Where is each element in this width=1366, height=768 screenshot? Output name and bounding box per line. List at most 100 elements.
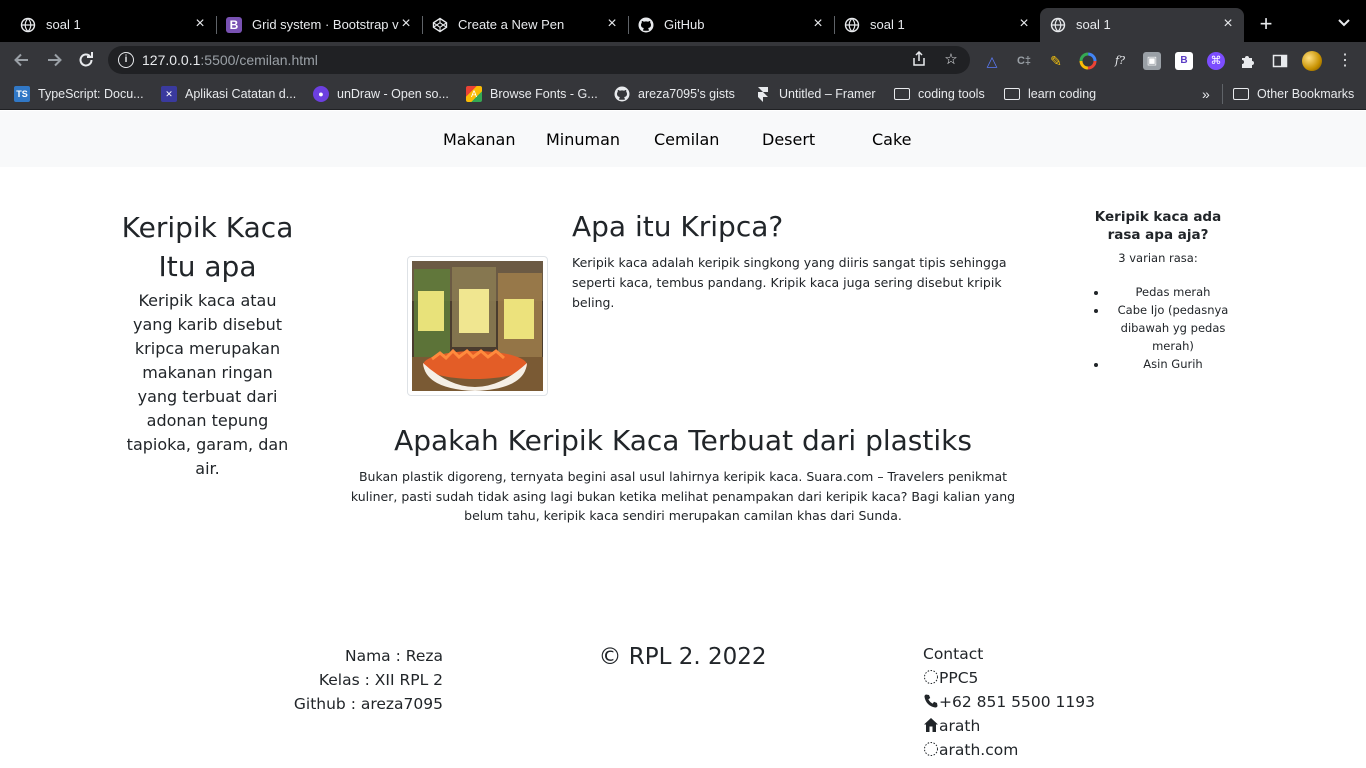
close-icon[interactable]: ×: [192, 16, 208, 32]
tab-github[interactable]: GitHub ×: [628, 8, 835, 42]
tab-codepen[interactable]: Create a New Pen ×: [422, 8, 629, 42]
folder-icon: [1004, 88, 1020, 100]
site-info-icon[interactable]: i: [118, 52, 134, 68]
github-icon: [614, 86, 630, 102]
tab-soal-1-active[interactable]: soal 1 ×: [1040, 8, 1244, 42]
phone-icon: [923, 692, 939, 708]
close-icon[interactable]: ×: [1220, 16, 1236, 32]
ts-icon: TS: [14, 86, 30, 102]
variants-heading: Keripik kaca ada rasa apa aja?: [1094, 209, 1222, 243]
close-icon[interactable]: ×: [1016, 16, 1032, 32]
tab-title: soal 1: [870, 17, 905, 32]
highlighter-icon[interactable]: ✎: [1047, 52, 1065, 70]
tab-title: soal 1: [1076, 17, 1111, 32]
bookmark-label: unDraw - Open so...: [337, 87, 449, 101]
notes-icon: ✕: [161, 86, 177, 102]
nav-link-cemilan[interactable]: Cemilan: [654, 130, 719, 150]
nav-link-minuman[interactable]: Minuman: [546, 130, 620, 150]
plastik-heading: Apakah Keripik Kaca Terbuat dari plastik…: [394, 424, 972, 457]
bookmark-label: Other Bookmarks: [1257, 87, 1355, 101]
footer-copyright: © RPL 2. 2022: [598, 644, 767, 670]
extension-box-icon[interactable]: ▣: [1143, 52, 1161, 70]
bookmark-framer[interactable]: Untitled – Framer: [755, 86, 876, 102]
contact-text: arath: [939, 717, 981, 735]
list-item: Cabe Ijo (pedasnya dibawah yg pedas mera…: [1108, 301, 1238, 355]
bookmark-label: areza7095's gists: [638, 87, 735, 101]
bookmark-folder-coding-tools[interactable]: coding tools: [894, 86, 985, 102]
bookmarks-divider: [1222, 84, 1223, 104]
extensions-puzzle-icon[interactable]: [1239, 52, 1257, 70]
bootstrap-icon: B: [226, 17, 242, 33]
bookmark-star-icon[interactable]: ☆: [942, 51, 960, 69]
google-fonts-icon: A: [466, 86, 482, 102]
bookmark-undraw[interactable]: ● unDraw - Open so...: [313, 86, 449, 102]
bookmark-label: Browse Fonts - G...: [490, 87, 598, 101]
bookmark-folder-other[interactable]: Other Bookmarks: [1233, 86, 1354, 102]
forward-button[interactable]: [44, 50, 64, 70]
web-page: Makanan Minuman Cemilan Desert Cake Keri…: [0, 111, 1366, 768]
bookmark-google-fonts[interactable]: A Browse Fonts - G...: [466, 86, 598, 102]
contact-row: +62 851 5500 1193: [923, 690, 1123, 714]
color-picker-icon[interactable]: [1079, 52, 1097, 70]
tab-search-icon[interactable]: [1334, 14, 1354, 34]
url-host: 127.0.0.1: [142, 52, 201, 68]
back-button[interactable]: [12, 50, 32, 70]
close-icon[interactable]: ×: [398, 16, 414, 32]
variants-subtitle: 3 varian rasa:: [1118, 251, 1198, 265]
profile-avatar[interactable]: [1302, 51, 1322, 71]
contact-row: PPC5: [923, 666, 1123, 690]
font-inspect-icon[interactable]: f?: [1111, 52, 1129, 70]
browser-toolbar: i 127.0.0.1:5500/cemilan.html ☆ △ C‡ ✎ f…: [0, 42, 1366, 78]
bookmark-label: TypeScript: Docu...: [38, 87, 144, 101]
list-item: Asin Gurih: [1108, 355, 1238, 373]
tab-soal-1[interactable]: soal 1 ×: [834, 8, 1040, 42]
share-icon[interactable]: [910, 50, 928, 69]
site-navbar: Makanan Minuman Cemilan Desert Cake: [0, 111, 1366, 167]
url-path: :5500/cemilan.html: [200, 52, 318, 68]
bookmarks-bar: TS TypeScript: Docu... ✕ Aplikasi Catatan …: [0, 78, 1366, 110]
globe-icon: [844, 17, 860, 33]
browser-menu-icon[interactable]: ⋮: [1336, 52, 1354, 70]
extension-triangle-icon[interactable]: △: [983, 52, 1001, 70]
extension-code-icon[interactable]: C‡: [1015, 52, 1033, 70]
left-heading: Keripik Kaca Itu apa: [121, 211, 294, 283]
nav-link-cake[interactable]: Cake: [872, 130, 912, 150]
tab-bootstrap[interactable]: B Grid system · Bootstrap v ×: [216, 8, 423, 42]
tab-title: soal 1: [46, 17, 81, 32]
footer-kelas: Kelas : XII RPL 2: [318, 671, 443, 689]
tab-bar: soal 1 × B Grid system · Bootstrap v × C…: [0, 0, 1366, 42]
missing-glyph-icon: [923, 668, 939, 684]
extension-badge-icon[interactable]: ⌘: [1207, 52, 1225, 70]
tab-title: Create a New Pen: [458, 17, 565, 32]
reload-button[interactable]: [76, 50, 96, 70]
right-column: Keripik kaca ada rasa apa aja? 3 varian …: [1078, 208, 1238, 373]
bookmark-label: learn coding: [1028, 87, 1097, 101]
contact-row: arath.com: [923, 738, 1123, 762]
close-icon[interactable]: ×: [604, 16, 620, 32]
tab-title: GitHub: [664, 17, 705, 32]
footer-contact: Contact PPC5 +62 851 5500 1193 arath ara…: [923, 642, 1123, 762]
nav-link-desert[interactable]: Desert: [762, 130, 815, 150]
home-icon: [923, 716, 939, 732]
bookmark-aplikasi-catatan[interactable]: ✕ Aplikasi Catatan d...: [161, 86, 296, 102]
address-bar[interactable]: i 127.0.0.1:5500/cemilan.html ☆: [108, 46, 970, 74]
tab-title: Grid system · Bootstrap v: [252, 17, 399, 32]
bookmark-folder-learn-coding[interactable]: learn coding: [1004, 86, 1096, 102]
tab-soal-1[interactable]: soal 1 ×: [10, 8, 217, 42]
bookmark-label: Aplikasi Catatan d...: [185, 87, 297, 101]
bookmark-typescript[interactable]: TS TypeScript: Docu...: [14, 86, 144, 102]
url-text[interactable]: 127.0.0.1:5500/cemilan.html: [142, 52, 318, 68]
folder-icon: [1233, 88, 1249, 100]
extension-b-icon[interactable]: B: [1175, 52, 1193, 70]
footer-nama: Nama : Reza: [344, 647, 443, 665]
new-tab-button[interactable]: +: [1256, 13, 1276, 35]
bookmarks-overflow-button[interactable]: »: [1202, 86, 1210, 102]
side-panel-icon[interactable]: [1271, 52, 1289, 70]
left-paragraph: Keripik kaca atau yang karib disebut kri…: [126, 291, 289, 478]
nav-link-makanan[interactable]: Makanan: [443, 130, 515, 150]
list-item: Pedas merah: [1108, 283, 1238, 301]
close-icon[interactable]: ×: [810, 16, 826, 32]
kripca-heading: Apa itu Kripca?: [572, 210, 784, 243]
bookmark-gists[interactable]: areza7095's gists: [614, 86, 735, 102]
bookmark-label: coding tools: [918, 87, 985, 101]
